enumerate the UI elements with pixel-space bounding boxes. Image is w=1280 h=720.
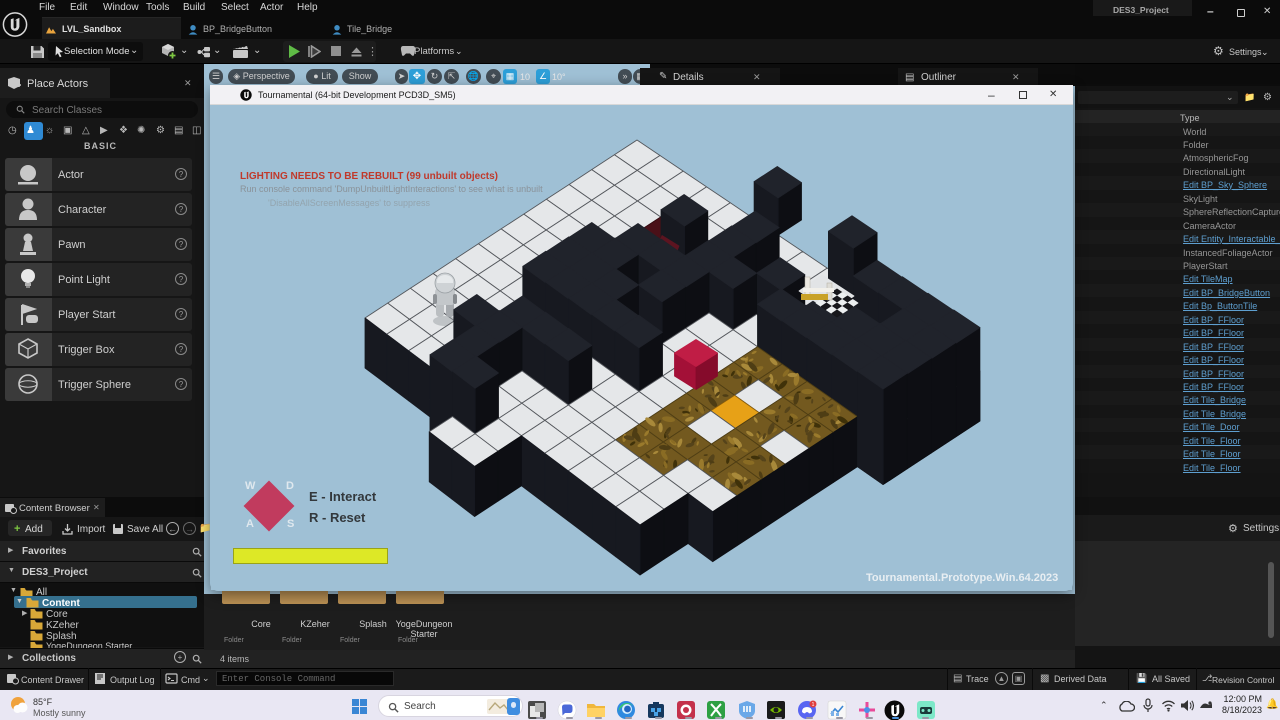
- svg-text:1: 1: [812, 702, 815, 708]
